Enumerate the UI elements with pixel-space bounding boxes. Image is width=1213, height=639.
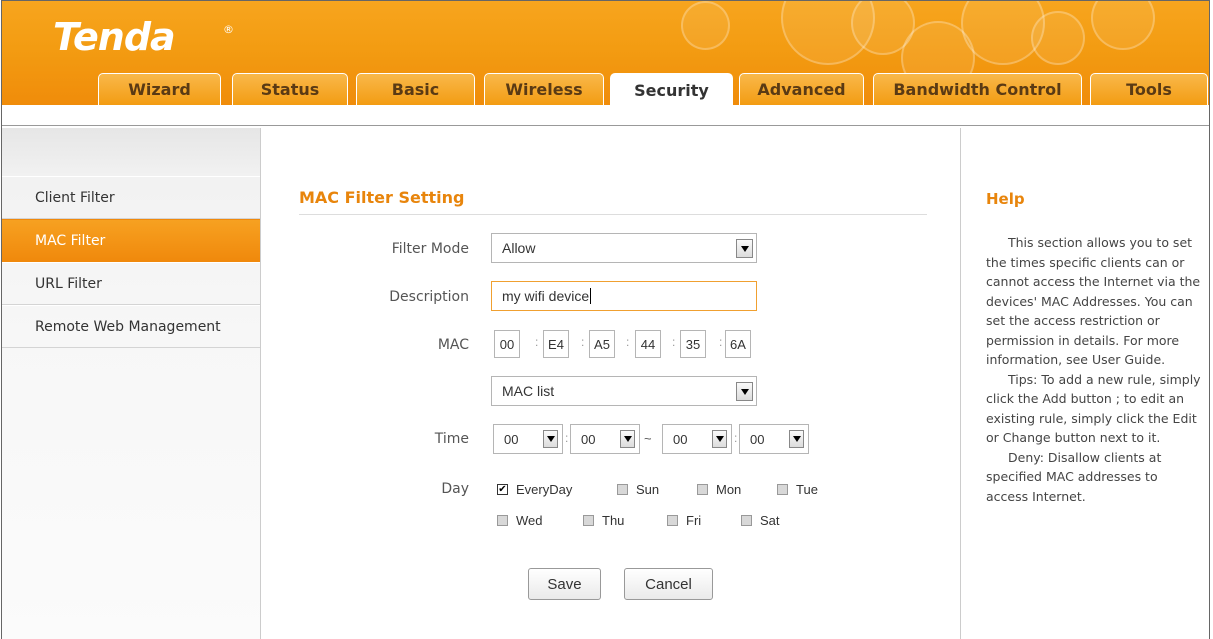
- tab-wizard[interactable]: Wizard: [98, 73, 221, 105]
- main-content: MAC Filter Setting Filter Mode Allow Des…: [262, 128, 960, 639]
- checkbox-label: Mon: [716, 482, 742, 497]
- checkbox-label: Thu: [602, 513, 625, 528]
- checkbox-icon[interactable]: [697, 484, 708, 495]
- description-value: my wifi device: [502, 288, 590, 304]
- checkbox-label: Sun: [636, 482, 660, 497]
- header-banner: Tenda ® Wizard Status Basic Wireless Sec…: [1, 1, 1210, 105]
- mac-separator: :: [719, 335, 723, 349]
- header-divider: [1, 125, 1210, 126]
- filter-mode-value: Allow: [502, 240, 536, 256]
- time-label: Time: [434, 431, 469, 447]
- checkbox-icon[interactable]: [617, 484, 628, 495]
- end-hour-select[interactable]: 00: [662, 424, 732, 454]
- mac-octet-4[interactable]: 44: [635, 330, 661, 358]
- mac-separator: :: [535, 335, 539, 349]
- mac-separator: :: [626, 335, 630, 349]
- text-cursor: [590, 288, 592, 304]
- tenda-logo: Tenda: [53, 15, 176, 59]
- tab-bandwidth-control[interactable]: Bandwidth Control: [873, 73, 1082, 105]
- checkbox-tue[interactable]: Tue: [777, 482, 818, 497]
- sidebar: Client Filter MAC Filter URL Filter Remo…: [1, 128, 261, 639]
- help-paragraph: Tips: To add a new rule, simply click th…: [986, 371, 1201, 446]
- chevron-down-icon[interactable]: [620, 430, 635, 448]
- main-nav-tabs: Wizard Status Basic Wireless Security Ad…: [1, 73, 1210, 105]
- mac-octet-3[interactable]: A5: [589, 330, 615, 358]
- day-label: Day: [441, 481, 469, 497]
- section-divider: [299, 214, 927, 215]
- tab-tools[interactable]: Tools: [1090, 73, 1208, 105]
- section-title: MAC Filter Setting: [299, 188, 465, 207]
- tab-basic[interactable]: Basic: [356, 73, 475, 105]
- mac-separator: :: [581, 335, 585, 349]
- checkbox-icon[interactable]: [583, 515, 594, 526]
- sidebar-item-mac-filter[interactable]: MAC Filter: [1, 219, 260, 262]
- checkbox-sun[interactable]: Sun: [617, 482, 659, 497]
- filter-mode-label: Filter Mode: [391, 241, 469, 257]
- checkbox-icon[interactable]: [741, 515, 752, 526]
- chevron-down-icon[interactable]: [543, 430, 558, 448]
- mac-octet-5[interactable]: 35: [680, 330, 706, 358]
- registered-mark: ®: [223, 23, 234, 36]
- chevron-down-icon[interactable]: [736, 382, 753, 401]
- end-minute-value: 00: [750, 431, 765, 447]
- start-minute-value: 00: [581, 431, 596, 447]
- checkbox-everyday[interactable]: ✔ EveryDay: [497, 482, 572, 497]
- checkbox-icon[interactable]: [667, 515, 678, 526]
- mac-list-select[interactable]: MAC list: [491, 376, 757, 406]
- description-label: Description: [389, 289, 469, 305]
- chevron-down-icon[interactable]: [712, 430, 727, 448]
- checkbox-mon[interactable]: Mon: [697, 482, 741, 497]
- chevron-down-icon[interactable]: [789, 430, 804, 448]
- sidebar-item-client-filter[interactable]: Client Filter: [1, 176, 260, 219]
- sidebar-item-url-filter[interactable]: URL Filter: [1, 262, 260, 305]
- cancel-button[interactable]: Cancel: [624, 568, 713, 600]
- checkbox-wed[interactable]: Wed: [497, 513, 543, 528]
- checkbox-thu[interactable]: Thu: [583, 513, 624, 528]
- checkbox-icon[interactable]: [777, 484, 788, 495]
- save-button[interactable]: Save: [528, 568, 601, 600]
- end-minute-select[interactable]: 00: [739, 424, 809, 454]
- mac-list-value: MAC list: [502, 383, 555, 399]
- time-range-separator: ~: [644, 431, 652, 446]
- checkbox-label: Tue: [796, 482, 818, 497]
- start-minute-select[interactable]: 00: [570, 424, 640, 454]
- checkbox-label: EveryDay: [516, 482, 573, 497]
- mac-label: MAC: [437, 337, 469, 353]
- check-icon: ✔: [498, 483, 507, 495]
- tab-security[interactable]: Security: [610, 73, 733, 105]
- checkbox-icon[interactable]: [497, 515, 508, 526]
- time-separator: :: [565, 431, 569, 445]
- help-text: This section allows you to set the times…: [986, 233, 1201, 506]
- start-hour-value: 00: [504, 431, 519, 447]
- help-title: Help: [986, 190, 1025, 208]
- help-paragraph: This section allows you to set the times…: [986, 235, 1201, 367]
- checkbox-icon[interactable]: ✔: [497, 484, 508, 495]
- checkbox-sat[interactable]: Sat: [741, 513, 780, 528]
- chevron-down-icon[interactable]: [736, 239, 753, 258]
- checkbox-fri[interactable]: Fri: [667, 513, 701, 528]
- checkbox-label: Sat: [760, 513, 780, 528]
- tab-advanced[interactable]: Advanced: [739, 73, 864, 105]
- checkbox-label: Fri: [686, 513, 702, 528]
- filter-mode-select[interactable]: Allow: [491, 233, 757, 263]
- mac-octet-2[interactable]: E4: [543, 330, 569, 358]
- start-hour-select[interactable]: 00: [493, 424, 563, 454]
- sidebar-item-remote-web-management[interactable]: Remote Web Management: [1, 305, 260, 348]
- mac-separator: :: [672, 335, 676, 349]
- time-separator: :: [734, 431, 738, 445]
- tab-wireless[interactable]: Wireless: [484, 73, 604, 105]
- help-panel: Help This section allows you to set the …: [960, 128, 1211, 639]
- tab-status[interactable]: Status: [232, 73, 348, 105]
- mac-octet-6[interactable]: 6A: [725, 330, 751, 358]
- end-hour-value: 00: [673, 431, 688, 447]
- mac-octet-1[interactable]: 00: [494, 330, 520, 358]
- help-paragraph: Deny: Disallow clients at specified MAC …: [986, 449, 1162, 504]
- description-input[interactable]: my wifi device: [491, 281, 757, 311]
- checkbox-label: Wed: [516, 513, 543, 528]
